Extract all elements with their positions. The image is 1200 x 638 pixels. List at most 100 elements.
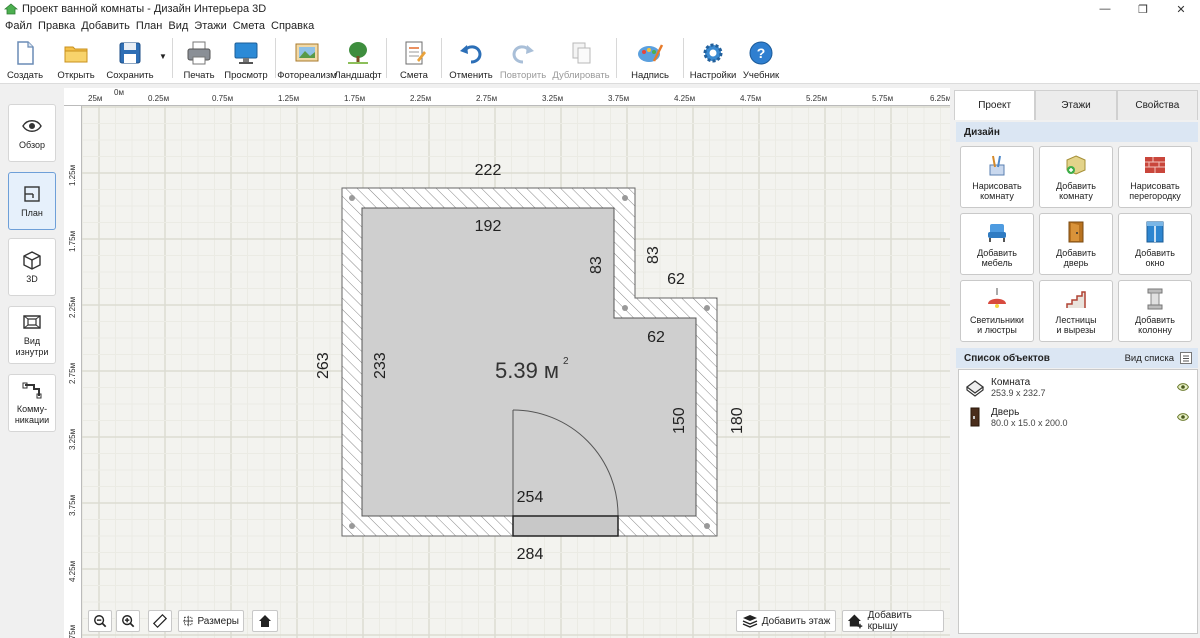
corner-node[interactable] xyxy=(349,523,355,529)
door[interactable] xyxy=(512,515,619,537)
menu-add[interactable]: Добавить xyxy=(80,20,135,32)
caption-button[interactable]: Надпись xyxy=(621,34,679,84)
list-view-toggle[interactable]: Вид списка xyxy=(1125,352,1192,364)
draw-partition-button[interactable]: Нарисовать перегородку xyxy=(1118,146,1192,208)
minimize-button[interactable]: — xyxy=(1086,0,1124,18)
add-roof-button[interactable]: Добавить крышу xyxy=(842,610,944,632)
room-area-unit-sup: 2 xyxy=(563,356,569,367)
list-item-door[interactable]: Дверь 80.0 x 15.0 x 200.0 xyxy=(959,402,1197,432)
menu-view[interactable]: Вид xyxy=(167,20,193,32)
landscape-button[interactable]: Ландшафт xyxy=(334,34,382,84)
floor-plan-drawing[interactable]: 222 192 83 83 62 62 263 233 150 180 254 … xyxy=(82,106,950,638)
tutorial-label: Учебник xyxy=(742,70,780,81)
corner-node[interactable] xyxy=(622,305,628,311)
ruler-icon xyxy=(153,613,167,629)
close-button[interactable]: ✕ xyxy=(1162,0,1200,18)
add-floor-button[interactable]: Добавить этаж xyxy=(736,610,836,632)
menu-plan[interactable]: План xyxy=(135,20,168,32)
menu-edit[interactable]: Правка xyxy=(37,20,80,32)
objects-section-header: Список объектов Вид списка xyxy=(956,348,1198,368)
measure-ruler-button[interactable] xyxy=(148,610,172,632)
corner-node[interactable] xyxy=(622,195,628,201)
add-door-button[interactable]: Добавить дверь xyxy=(1039,213,1113,275)
add-column-button[interactable]: Добавить колонну xyxy=(1118,280,1192,342)
menu-help[interactable]: Справка xyxy=(270,20,319,32)
add-stairs-button[interactable]: Лестницы и вырезы xyxy=(1039,280,1113,342)
tab-floors[interactable]: Этажи xyxy=(1035,90,1117,120)
add-window-label-1: Добавить xyxy=(1135,248,1175,258)
menu-bar: Файл Правка Добавить План Вид Этажи Смет… xyxy=(0,18,1200,34)
add-furniture-button[interactable]: Добавить мебель xyxy=(960,213,1034,275)
menu-floors[interactable]: Этажи xyxy=(193,20,231,32)
plan-canvas[interactable]: 25м 0м 0.25м 0.75м 1.25м 1.75м 2.25м 2.75м 3.25м… xyxy=(64,88,950,638)
view-3d-label: 3D xyxy=(26,273,38,284)
maximize-button[interactable]: ❐ xyxy=(1124,0,1162,18)
add-window-button[interactable]: Добавить окно xyxy=(1118,213,1192,275)
view-3d-button[interactable]: 3D xyxy=(8,238,56,296)
ruler-tick-label: 3.75м xyxy=(68,494,77,516)
title-bar: Проект ванной комнаты - Дизайн Интерьера… xyxy=(0,0,1200,18)
ruler-tick-label: 4.25м xyxy=(674,94,696,103)
plan-button[interactable]: План xyxy=(8,172,56,230)
ruler-tick-label: 6.25м xyxy=(930,94,950,103)
ruler-tick-label: 25м xyxy=(88,94,103,103)
add-door-label-2: дверь xyxy=(1063,258,1089,268)
print-button[interactable]: Печать xyxy=(177,34,221,84)
draw-partition-label-1: Нарисовать xyxy=(1130,181,1180,191)
add-floor-label: Добавить этаж xyxy=(761,615,831,627)
undo-button[interactable]: Отменить xyxy=(446,34,496,84)
monitor-icon xyxy=(234,42,258,64)
corner-node[interactable] xyxy=(704,305,710,311)
zoom-in-button[interactable] xyxy=(116,610,140,632)
ruler-tick-label: 3.25м xyxy=(68,428,77,450)
print-label: Печать xyxy=(183,70,215,81)
ruler-tick-label: 0.25м xyxy=(148,94,170,103)
corner-node[interactable] xyxy=(349,195,355,201)
list-item-room[interactable]: Комната 253.9 x 232.7 xyxy=(959,372,1197,402)
tab-properties[interactable]: Свойства xyxy=(1116,90,1198,120)
toolbar-separator xyxy=(441,38,442,78)
add-room-button[interactable]: Добавить комнату xyxy=(1039,146,1113,208)
home-button[interactable] xyxy=(252,610,278,632)
add-lights-button[interactable]: Светильники и люстры xyxy=(960,280,1034,342)
add-roof-label: Добавить крышу xyxy=(867,610,912,632)
tutorial-button[interactable]: ? Учебник xyxy=(738,34,784,84)
create-button[interactable]: Создать xyxy=(0,34,50,84)
photoreal-button[interactable]: Фотореализм xyxy=(277,34,337,84)
menu-estimate[interactable]: Смета xyxy=(232,20,270,32)
open-label: Открыть xyxy=(57,70,95,81)
estimate-label: Смета xyxy=(400,70,428,81)
redo-button[interactable]: Повторить xyxy=(496,34,550,84)
overview-button[interactable]: Обзор xyxy=(8,104,56,162)
estimate-button[interactable]: Смета xyxy=(391,34,437,84)
visibility-eye-icon[interactable] xyxy=(1177,412,1189,422)
floppy-disk-icon xyxy=(119,42,141,64)
corner-node[interactable] xyxy=(704,523,710,529)
communications-button[interactable]: Комму- никации xyxy=(8,374,56,432)
dimensions-label: Размеры xyxy=(197,615,239,627)
toolbar-separator xyxy=(386,38,387,78)
save-dropdown-arrow[interactable]: ▼ xyxy=(158,52,168,61)
draw-room-button[interactable]: Нарисовать комнату xyxy=(960,146,1034,208)
communications-label-2: никации xyxy=(14,415,50,425)
ceiling-lamp-icon xyxy=(988,288,1006,308)
visibility-eye-icon[interactable] xyxy=(1177,382,1189,392)
zoom-out-button[interactable] xyxy=(88,610,112,632)
preview-button[interactable]: Просмотр xyxy=(221,34,271,84)
dimensions-icon xyxy=(183,615,194,627)
menu-file[interactable]: Файл xyxy=(4,20,37,32)
ruler-tick-label: 4.25м xyxy=(68,560,77,582)
dimensions-button[interactable]: Размеры xyxy=(178,610,244,632)
open-button[interactable]: Открыть xyxy=(50,34,102,84)
tab-project[interactable]: Проект xyxy=(954,90,1036,120)
add-room-label-2: комнату xyxy=(1059,191,1093,201)
duplicate-button[interactable]: Дублировать xyxy=(550,34,612,84)
help-question-icon: ? xyxy=(749,41,773,65)
inside-view-button[interactable]: Вид изнутри xyxy=(8,306,56,364)
save-button[interactable]: Сохранить xyxy=(102,34,158,84)
armchair-icon xyxy=(988,224,1006,242)
app-icon xyxy=(3,3,19,15)
add-roof-icon xyxy=(847,614,863,629)
add-column-label-1: Добавить xyxy=(1135,315,1175,325)
settings-button[interactable]: Настройки xyxy=(688,34,738,84)
